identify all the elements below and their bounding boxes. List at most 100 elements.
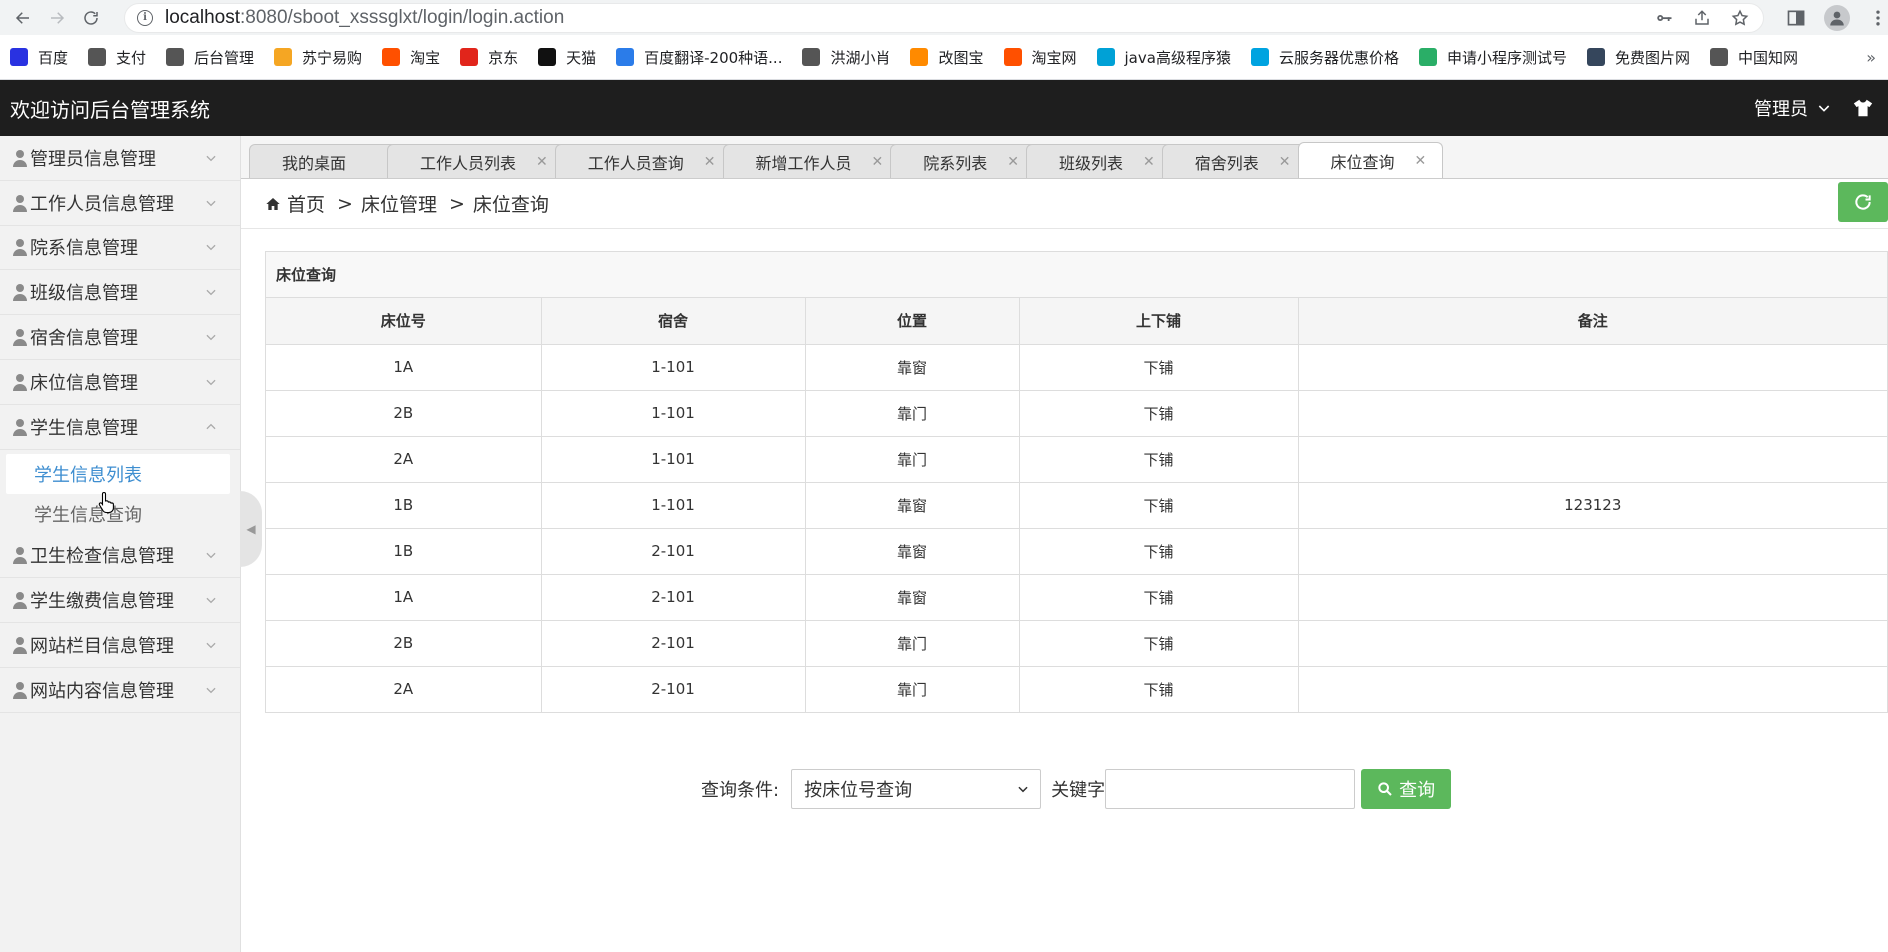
condition-select[interactable]: 按床位号查询 — [791, 769, 1042, 809]
bookmark-item[interactable]: 京东 — [460, 47, 518, 68]
bookmark-item[interactable]: 天猫 — [538, 47, 596, 68]
user-menu[interactable]: 管理员 — [1754, 95, 1832, 121]
table-cell: 123123 — [1297, 481, 1887, 529]
bookmarks-overflow-button[interactable]: » — [1866, 48, 1888, 67]
close-icon[interactable]: ✕ — [1415, 153, 1427, 169]
tab[interactable]: 我的桌面 — [249, 144, 398, 178]
profile-avatar[interactable] — [1824, 4, 1850, 31]
bookmarks-bar: 百度 支付 后台管理 苏宁易购 淘宝 京东 天猫 百度翻译-200种语... 洪湖小肖 改图宝 淘宝… — [0, 35, 1888, 80]
close-icon[interactable]: ✕ — [536, 154, 548, 170]
wechat-icon — [1418, 48, 1437, 66]
key-icon[interactable] — [1655, 9, 1673, 27]
user-icon — [12, 636, 28, 655]
tab-label: 班级列表 — [1059, 153, 1124, 173]
sidebar-item-label: 宿舍信息管理 — [30, 328, 138, 350]
breadcrumb-home[interactable]: 首页 — [287, 190, 325, 217]
sidebar-subitem[interactable]: 学生信息列表 — [6, 453, 230, 494]
user-icon — [12, 149, 28, 167]
tab[interactable]: 工作人员列表 ✕ — [387, 144, 565, 178]
sidebar-item[interactable]: 宿舍信息管理 — [0, 315, 240, 360]
table-row: 1A 1-101 靠窗 下铺 — [266, 343, 1887, 391]
table-cell: 1-101 — [540, 435, 806, 483]
side-panel-icon[interactable] — [1786, 8, 1806, 28]
table-row: 2A 1-101 靠门 下铺 — [266, 435, 1887, 483]
sidebar-item[interactable]: 学生信息管理 — [0, 405, 240, 450]
table-cell: 1-101 — [540, 481, 806, 529]
tab[interactable]: 院系列表 ✕ — [890, 144, 1037, 178]
tab[interactable]: 宿舍列表 ✕ — [1161, 144, 1308, 178]
table-cell: 下铺 — [1018, 343, 1299, 391]
chevron-down-icon — [206, 553, 216, 559]
sidebar-item[interactable]: 床位信息管理 — [0, 360, 240, 405]
refresh-button[interactable] — [1838, 182, 1888, 222]
browser-toolbar: i localhost:8080/sboot_xsssglxt/login/lo… — [0, 0, 1888, 35]
close-icon[interactable]: ✕ — [704, 154, 716, 170]
bookmark-star-icon[interactable] — [1731, 9, 1749, 27]
user-icon — [12, 283, 28, 302]
bookmark-item[interactable]: 改图宝 — [910, 47, 984, 68]
bookmark-item[interactable]: 申请小程序测试号 — [1418, 47, 1567, 68]
reload-icon[interactable] — [76, 3, 106, 33]
sidebar-item[interactable]: 院系信息管理 — [0, 226, 240, 271]
table-cell: 2A — [266, 435, 542, 483]
sidebar-subitem[interactable]: 学生信息查询 — [0, 494, 240, 534]
bookmark-item[interactable]: 百度翻译-200种语... — [616, 47, 782, 68]
sidebar-item-label: 院系信息管理 — [30, 238, 138, 260]
url-text: localhost:8080/sboot_xsssglxt/login/logi… — [165, 6, 565, 28]
browser-menu-icon[interactable] — [1868, 8, 1888, 28]
tab[interactable]: 工作人员查询 ✕ — [554, 144, 733, 178]
bookmark-item[interactable]: 百度 — [10, 47, 68, 68]
bookmark-item[interactable]: 洪湖小肖 — [802, 47, 890, 68]
table-cell: 靠窗 — [804, 527, 1020, 575]
bookmark-label: 天猫 — [566, 48, 597, 67]
chevron-down-icon — [206, 334, 216, 341]
table-row: 2B 1-101 靠门 下铺 — [266, 389, 1887, 437]
bookmark-item[interactable]: 淘宝 — [382, 47, 440, 68]
sidebar-item[interactable]: 卫生检查信息管理 — [0, 534, 240, 579]
sidebar-item[interactable]: 工作人员信息管理 — [0, 181, 240, 226]
bookmark-item[interactable]: 后台管理 — [166, 47, 254, 68]
share-icon[interactable] — [1693, 9, 1711, 27]
info-icon[interactable]: i — [137, 9, 153, 26]
table-cell: 2-101 — [540, 665, 806, 712]
chevron-down-icon — [206, 155, 216, 162]
chevron-down-icon — [206, 379, 216, 386]
keyword-input[interactable] — [1105, 769, 1356, 809]
user-label: 管理员 — [1754, 99, 1808, 120]
sidebar: 管理员信息管理 工作人员信息管理 院系信息管理 班级信息管理 宿舍信息管理 床位信息管理学… — [0, 136, 262, 952]
baidu-translate-icon — [616, 48, 635, 66]
close-icon[interactable]: ✕ — [1007, 154, 1019, 170]
table-cell: 2B — [266, 619, 542, 667]
suning-icon — [274, 48, 293, 66]
close-icon[interactable]: ✕ — [1143, 154, 1155, 170]
bookmark-item[interactable]: 淘宝网 — [1003, 47, 1077, 68]
bookmark-item[interactable]: 支付 — [88, 47, 146, 68]
close-icon[interactable]: ✕ — [1279, 154, 1291, 170]
sidebar-item[interactable]: 网站内容信息管理 — [0, 668, 240, 713]
tab[interactable]: 新增工作人员 ✕ — [722, 144, 901, 178]
bookmark-label: 百度 — [38, 48, 69, 67]
address-bar[interactable]: i localhost:8080/sboot_xsssglxt/login/lo… — [124, 2, 1764, 33]
table-cell: 1B — [266, 527, 542, 575]
condition-label: 查询条件: — [701, 780, 780, 801]
bookmark-item[interactable]: 免费图片网 — [1586, 47, 1690, 68]
close-icon[interactable]: ✕ — [872, 154, 884, 170]
skin-shirt-icon[interactable] — [1852, 97, 1874, 119]
tmall-icon — [538, 48, 557, 66]
bookmark-item[interactable]: java高级程序猿 — [1096, 47, 1231, 68]
tab[interactable]: 班级列表 ✕ — [1026, 144, 1172, 178]
sidebar-item-label: 班级信息管理 — [30, 283, 138, 305]
tab[interactable]: 床位查询 ✕ — [1297, 142, 1444, 178]
forward-icon[interactable] — [42, 3, 72, 33]
back-icon[interactable] — [8, 3, 38, 33]
sidebar-item[interactable]: 班级信息管理 — [0, 270, 240, 316]
bookmark-item[interactable]: 云服务器优惠价格 — [1250, 47, 1399, 68]
table-cell — [1297, 343, 1887, 391]
sidebar-item[interactable]: 管理员信息管理 — [0, 136, 240, 181]
sidebar-item[interactable]: 网站栏目信息管理 — [0, 623, 240, 668]
sidebar-item[interactable]: 学生缴费信息管理 — [0, 578, 240, 624]
bookmark-item[interactable]: 苏宁易购 — [274, 47, 362, 68]
table-cell: 靠门 — [804, 619, 1020, 667]
search-button[interactable]: 查询 — [1361, 769, 1452, 809]
bookmark-item[interactable]: 中国知网 — [1710, 47, 1798, 68]
